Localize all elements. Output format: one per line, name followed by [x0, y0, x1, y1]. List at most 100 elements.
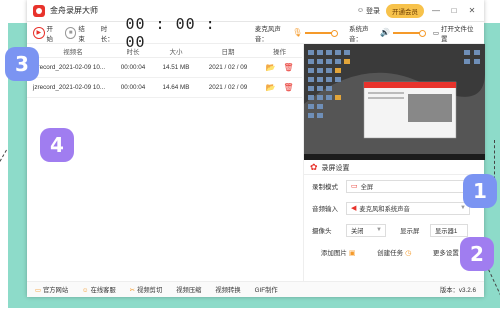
- header-name: 视频名: [63, 48, 83, 56]
- mic-volume-label: 麦克风声音：: [254, 25, 281, 43]
- right-panel: ✿ 录屏设置 录制模式 ▭ 全屏 音频输入 ◀ 麦克风和系统声音 ▼ 摄像头 关闭 ▼ …: [303, 44, 485, 297]
- row-name: jzrecord_2021-02-09 10...: [33, 84, 106, 91]
- title-bar-actions: ☺ 登录 开通会员 — □ ✕: [357, 3, 478, 18]
- login-label: 登录: [366, 7, 380, 15]
- record-mode-value: 全屏: [360, 183, 374, 191]
- row-name: jzrecord_2021-02-09 10...: [33, 64, 106, 71]
- display-value: 显示器1: [435, 227, 458, 235]
- open-folder-button[interactable]: ▭ 打开文件位置: [433, 23, 478, 43]
- record-mode-row: 录制模式 ▭ 全屏: [304, 175, 484, 197]
- stop-icon: ■: [64, 26, 77, 39]
- header-size: 大小: [169, 48, 183, 56]
- online-service-link[interactable]: ☺ 在线客服: [82, 285, 116, 294]
- add-image-label: 添加图片: [320, 250, 347, 257]
- row-actions: 📂 🗑: [257, 63, 302, 72]
- folder-icon: ▭: [432, 29, 439, 37]
- add-image-button[interactable]: 添加图片 ▣: [321, 247, 356, 257]
- row-size: 14.64 MB: [162, 84, 190, 91]
- monitor-icon: ▭: [351, 183, 358, 190]
- recordings-table: 视频名 时长 大小 日期 操作 jzrecord_2021-02-09 10..…: [27, 44, 302, 98]
- status-bar: ▭ 官方网站 ☺ 在线客服 ✂ 视频剪切 视频压缩 视频转换 GIF制作 版本：v3.…: [27, 281, 484, 297]
- open-folder-icon[interactable]: 📂: [265, 63, 275, 72]
- display-label: 显示屏: [400, 228, 420, 235]
- mic-icon: 🎙: [292, 28, 303, 37]
- play-icon: ▶: [33, 26, 45, 39]
- duration-label: 时长：: [100, 25, 114, 43]
- gif-link[interactable]: GIF制作: [255, 285, 278, 294]
- more-settings-label: 更多设置: [432, 250, 459, 257]
- user-icon: ☺: [356, 7, 364, 14]
- header-date: 日期: [221, 48, 235, 56]
- open-folder-label: 打开文件位置: [440, 25, 474, 43]
- app-window: 金舟录屏大师 ☺ 登录 开通会员 — □ ✕ ▶ 开始 ■ 结束 时长： 00 : 0…: [27, 0, 485, 297]
- video-compress-link[interactable]: 视频压缩: [176, 285, 201, 294]
- step-badge-4: 4: [40, 128, 74, 162]
- speaker-icon: 🔊: [380, 28, 391, 37]
- minimize-button[interactable]: —: [430, 6, 442, 15]
- camera-value: 关闭: [351, 227, 364, 235]
- trash-icon[interactable]: 🗑: [283, 63, 293, 72]
- video-cut-link[interactable]: ✂ 视频剪切: [130, 285, 162, 294]
- camera-row: 摄像头 关闭 ▼ 显示屏 显示器1: [304, 219, 484, 241]
- scissors-icon: ✂: [129, 287, 136, 294]
- table-row[interactable]: jzrecord_2021-02-09 10... 00:00:04 14.64…: [27, 78, 302, 98]
- app-logo-icon: [33, 4, 45, 17]
- video-convert-link[interactable]: 视频转换: [215, 285, 240, 294]
- preview-image: [304, 44, 485, 160]
- start-label: 开始: [46, 25, 54, 43]
- start-button[interactable]: ▶ 开始: [33, 23, 59, 43]
- stop-label: 结束: [78, 25, 85, 43]
- audio-input-select[interactable]: ◀ 麦克风和系统声音 ▼: [346, 201, 470, 215]
- camera-select[interactable]: 关闭 ▼: [346, 223, 386, 237]
- row-date: 2021 / 02 / 09: [208, 84, 248, 91]
- display-select[interactable]: 显示器1: [430, 223, 468, 237]
- create-task-button[interactable]: 创建任务 ◷: [377, 247, 411, 257]
- monitor-icon: ▭: [35, 287, 41, 294]
- official-site-label: 官方网站: [42, 287, 69, 294]
- version-label: 版本：v3.2.6: [439, 287, 476, 294]
- settings-header: ✿ 录屏设置: [304, 161, 484, 175]
- vip-button[interactable]: 开通会员: [386, 3, 424, 18]
- dashed-line-left: [0, 149, 7, 224]
- record-toolbar: ▶ 开始 ■ 结束 时长： 00 : 00 : 00 麦克风声音： 🎙 系统声音： …: [27, 15, 484, 51]
- chevron-down-icon: ▼: [376, 227, 382, 233]
- user-icon: ☺: [82, 287, 89, 294]
- maximize-button[interactable]: □: [448, 6, 460, 15]
- row-duration: 00:00:04: [120, 84, 146, 91]
- close-button[interactable]: ✕: [466, 6, 478, 15]
- gear-icon: ✿: [310, 162, 318, 172]
- official-site-link[interactable]: ▭ 官方网站: [35, 285, 68, 294]
- audio-input-label: 音频输入: [312, 206, 338, 213]
- stop-button[interactable]: ■ 结束: [64, 23, 91, 43]
- step-badge-1: 1: [463, 174, 497, 208]
- stage: 金舟录屏大师 ☺ 登录 开通会员 — □ ✕ ▶ 开始 ■ 结束 时长： 00 : 0…: [0, 0, 500, 320]
- row-actions: 📂 🗑: [257, 83, 302, 92]
- trash-icon[interactable]: 🗑: [283, 83, 293, 92]
- step-badge-2: 2: [460, 237, 494, 271]
- audio-input-row: 音频输入 ◀ 麦克风和系统声音 ▼: [304, 197, 484, 219]
- title-bar: 金舟录屏大师 ☺ 登录 开通会员 — □ ✕: [27, 0, 484, 22]
- row-duration: 00:00:04: [120, 64, 146, 71]
- row-size: 14.51 MB: [162, 64, 190, 71]
- record-mode-select[interactable]: ▭ 全屏: [346, 179, 470, 193]
- login-button[interactable]: ☺ 登录: [357, 6, 380, 16]
- chevron-down-icon: ▼: [460, 205, 466, 211]
- table-header: 视频名 时长 大小 日期 操作: [27, 44, 302, 58]
- row-date: 2021 / 02 / 09: [208, 64, 248, 71]
- system-volume-slider[interactable]: [393, 29, 426, 37]
- image-icon: ▣: [348, 250, 356, 257]
- system-volume-label: 系统声音：: [349, 25, 369, 43]
- create-task-label: 创建任务: [377, 250, 404, 257]
- mic-volume-slider[interactable]: [305, 29, 338, 37]
- record-mode-label: 录制模式: [312, 184, 338, 191]
- settings-actions: 添加图片▣ 创建任务◷ 更多设置⚙: [304, 241, 484, 263]
- camera-label: 摄像头: [312, 228, 332, 235]
- header-actions: 操作: [273, 48, 286, 56]
- audio-input-value: 麦克风和系统声音: [359, 205, 410, 213]
- speaker-icon: ◀: [351, 205, 357, 212]
- clock-icon: ◷: [405, 250, 412, 257]
- table-row[interactable]: jzrecord_2021-02-09 10... 00:00:04 14.51…: [27, 58, 302, 78]
- screen-preview: [304, 44, 485, 160]
- open-folder-icon[interactable]: 📂: [265, 83, 275, 92]
- video-cut-label: 视频剪切: [137, 287, 163, 294]
